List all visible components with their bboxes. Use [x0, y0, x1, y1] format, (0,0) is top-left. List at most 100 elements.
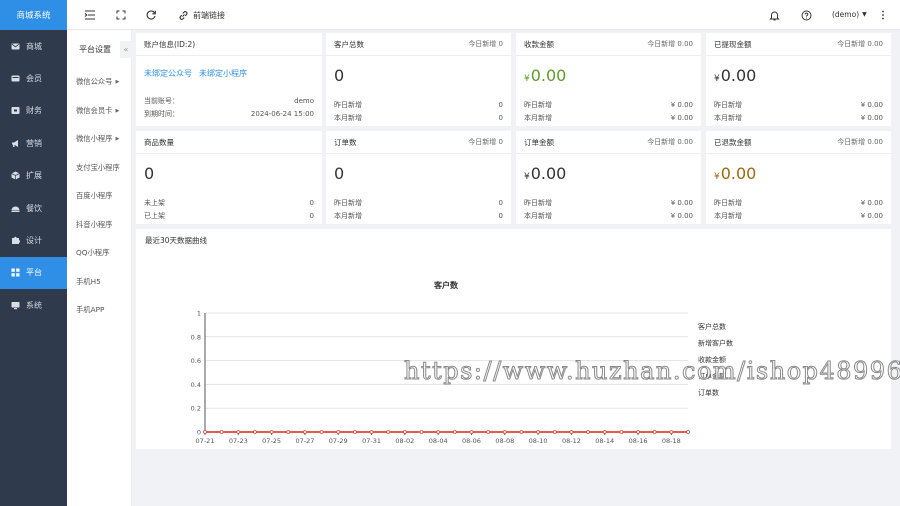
bind-official-account-link[interactable]: 未绑定公众号 [144, 69, 192, 78]
megaphone-icon [11, 139, 20, 148]
stat-card-row: 本月新增 ¥ 0.00 [706, 210, 891, 224]
stat-card-header: 客户总数 今日新增 0 [326, 33, 511, 56]
sidebar-item-label: 营销 [26, 138, 42, 148]
data-point [219, 430, 224, 434]
stat-card-value-wrap: 0 [136, 164, 322, 186]
mail-icon [11, 42, 20, 51]
subnav-menu: 微信公众号 ▶ 微信会员卡 ▶ 微信小程序 ▶ 支付宝小程序 百度小程序 抖音小程序 QQ小程序手… [67, 68, 131, 325]
subnav-item[interactable]: QQ小程序 [67, 239, 131, 268]
legend-item: 订单数 [698, 388, 719, 397]
puzzle-icon [11, 236, 20, 245]
menu-toggle-icon[interactable] [84, 9, 96, 21]
stat-row-value: ¥ 0.00 [860, 212, 883, 221]
x-tick-label: 08-02 [395, 437, 414, 445]
help-icon[interactable] [800, 9, 812, 21]
caret-right-icon: ▶ [115, 107, 120, 114]
data-point [502, 430, 507, 434]
data-point [652, 430, 657, 434]
stat-row-label: 昨日新增 [714, 100, 742, 109]
sidebar-item[interactable]: 财务 [0, 95, 67, 127]
user-name: (demo) [832, 10, 860, 19]
sidebar-item[interactable]: 商城 [0, 30, 67, 62]
y-tick-label: 1 [197, 310, 201, 318]
stat-card-row: 昨日新增 ¥ 0.00 [706, 98, 891, 112]
x-tick-label: 08-08 [495, 437, 514, 445]
x-tick-label: 07-25 [262, 437, 281, 445]
sidebar-item-label: 系统 [26, 300, 42, 310]
data-point [452, 430, 457, 434]
subnav-item-label: 微信会员卡 [76, 105, 113, 115]
stat-card-today: 今日新增 0.00 [647, 138, 693, 146]
subnav-item-label: 手机APP [76, 305, 105, 315]
sidebar-item[interactable]: 设计 [0, 224, 67, 256]
sidebar-item[interactable]: 餐饮 [0, 192, 67, 224]
stat-card-value: 0.00 [720, 164, 757, 183]
sidebar-item[interactable]: 营销 [0, 127, 67, 159]
data-point [602, 430, 607, 434]
refresh-icon[interactable] [145, 9, 157, 21]
stat-card-today: 今日新增 0.00 [647, 40, 693, 48]
sidebar-item[interactable]: 平台 [0, 256, 67, 290]
caret-right-icon: ▶ [115, 79, 120, 86]
x-tick-label: 08-18 [662, 437, 681, 445]
subnav-item[interactable]: 百度小程序 [67, 182, 131, 211]
data-point [286, 430, 291, 434]
data-point [636, 430, 640, 434]
line-chart: 客户数 0 0.2 0.4 0.6 0.8 1 07-21 07-23 07-25 07-27 07-… [191, 280, 733, 445]
data-point [386, 430, 391, 434]
account-card-header: 账户信息(ID:2) [136, 33, 322, 56]
stat-card: 已提现金额 今日新增 0.00 ¥0.00 昨日新增 ¥ 0.00 本月新增 ¥ 0.00 [706, 33, 891, 126]
subnav-item[interactable]: 手机H5 [67, 268, 131, 297]
sidebar-item[interactable]: 系统 [0, 289, 67, 321]
stat-card-value: 0 [334, 66, 345, 85]
stat-row-value: ¥ 0.00 [860, 114, 883, 123]
legend-item: 收款金额 [698, 355, 726, 364]
stat-row-value: 0 [498, 100, 503, 109]
bind-mini-program-link[interactable]: 未绑定小程序 [199, 69, 247, 78]
stat-card-header: 收款金额 今日新增 0.00 [516, 33, 701, 56]
stat-card-title: 订单数 [334, 137, 357, 147]
user-menu[interactable]: (demo) ▼ [832, 10, 867, 19]
sidebar-item-label: 会员 [26, 74, 42, 84]
data-point [419, 430, 424, 434]
y-tick-label: 0.2 [191, 405, 201, 413]
stat-card-header: 订单金额 今日新增 0.00 [516, 131, 701, 154]
stat-card-today: 今日新增 0.00 [837, 138, 883, 146]
y-tick-label: 0.4 [191, 381, 201, 389]
subnav-item-label: 微信小程序 [76, 134, 113, 144]
stat-row-label: 未上架 [144, 198, 165, 207]
sidebar-item[interactable]: 扩展 [0, 160, 67, 192]
collapse-arrow-icon[interactable]: « [120, 41, 132, 58]
subnav-item[interactable]: 支付宝小程序 [67, 154, 131, 183]
frontend-link[interactable]: 前端链接 [177, 9, 225, 21]
stat-card-row: 本月新增 0 [326, 112, 511, 126]
stat-card-row: 昨日新增 0 [326, 98, 511, 112]
stat-card-title: 商品数量 [144, 137, 174, 147]
subnav-item[interactable]: 微信公众号 ▶ [67, 68, 131, 97]
bell-icon[interactable] [768, 9, 780, 21]
sidebar-item[interactable]: 会员 [0, 62, 67, 94]
fullscreen-icon[interactable] [115, 9, 127, 21]
app-logo[interactable]: 商城系统 [0, 0, 67, 30]
data-point [619, 430, 624, 434]
account-row: 当前账号： demo [136, 94, 322, 108]
more-vertical-icon[interactable] [879, 9, 887, 21]
account-title: 账户信息(ID:2) [144, 39, 196, 49]
subnav-item[interactable]: 手机APP [67, 296, 131, 325]
subnav-item[interactable]: 微信小程序 ▶ [67, 125, 131, 154]
stat-card-value-wrap: 0 [326, 66, 511, 88]
stat-card-row: 已上架 0 [136, 210, 322, 224]
stat-card-title: 客户总数 [334, 39, 364, 49]
account-row-label: 当前账号： [144, 96, 179, 105]
stat-row-label: 本月新增 [714, 212, 742, 221]
data-point [236, 430, 241, 434]
stat-card: 收款金额 今日新增 0.00 ¥0.00 昨日新增 ¥ 0.00 本月新增 ¥ 0.00 [516, 33, 701, 126]
subnav-item[interactable]: 微信会员卡 ▶ [67, 97, 131, 126]
stat-card-header: 订单数 今日新增 0 [326, 131, 511, 154]
stat-row-value: ¥ 0.00 [670, 198, 693, 207]
subnav-item[interactable]: 抖音小程序 [67, 211, 131, 240]
stat-row-value: 0 [498, 114, 503, 123]
chart-section-title: 最近30天数据曲线 [145, 235, 208, 245]
data-point [552, 430, 557, 434]
stat-card-today: 今日新增 0 [468, 40, 503, 48]
